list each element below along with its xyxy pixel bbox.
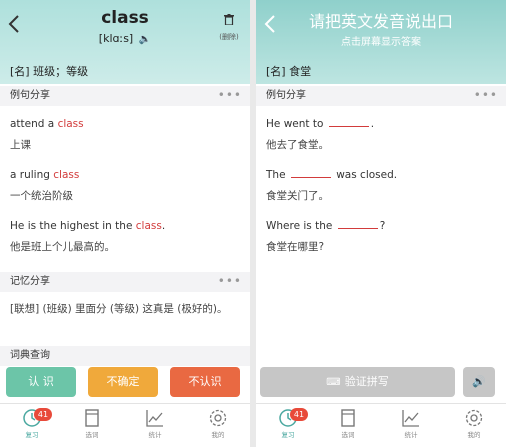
example-text: . [370, 118, 375, 130]
tab-label: 选词 [85, 431, 99, 439]
play-audio-button[interactable]: 🔊 [463, 367, 495, 397]
review-count-badge: 41 [290, 408, 308, 421]
example-text: . [161, 220, 166, 232]
tab-statistics[interactable]: 统计 [135, 408, 175, 439]
tab-statistics[interactable]: 统计 [391, 408, 431, 439]
example-highlight: class [135, 220, 162, 232]
tab-profile[interactable]: 我的 [454, 408, 494, 439]
example-translation: 食堂关门了。 [266, 190, 329, 202]
quiz-header[interactable]: 请把英文发音说出口 点击屏幕显示答案 [名] 食堂 [256, 0, 506, 84]
tab-select-words[interactable]: 选词 [328, 408, 368, 439]
example-sentence: He is the highest in the class. [10, 220, 165, 232]
book-icon [85, 409, 99, 427]
word-meaning: [名] 食堂 [266, 65, 312, 78]
example-translation: 上课 [10, 139, 31, 151]
pronunciation-quiz-screen: 请把英文发音说出口 点击屏幕显示答案 [名] 食堂 例句分享 ••• He we… [256, 0, 506, 447]
phonetic: [klɑːs] 🔈 [0, 32, 250, 45]
tab-bar: 41 复习 选词 统计 我的 [0, 403, 250, 447]
examples-section-header: 例句分享 ••• [256, 86, 506, 106]
tab-select-words[interactable]: 选词 [72, 408, 112, 439]
tab-label: 选词 [341, 431, 355, 439]
tab-label: 我的 [211, 431, 225, 439]
example-text: attend a [10, 118, 58, 130]
quiz-subtitle: 点击屏幕显示答案 [341, 37, 421, 48]
example-text: Where is the [266, 220, 336, 232]
screens: class [klɑːs] 🔈 (删除) [名] 班级；等级 例句分享 ••• … [0, 0, 506, 447]
speaker-icon: 🔊 [472, 375, 486, 388]
unknown-button[interactable]: 不认识 [170, 367, 240, 397]
example-sentence: He went to . [266, 118, 374, 130]
example-sentence: attend a class [10, 118, 84, 130]
word-header: class [klɑːs] 🔈 (删除) [名] 班级；等级 [0, 0, 250, 84]
tab-bar: 41 复习 选词 统计 我的 [256, 403, 506, 447]
gear-icon [465, 409, 483, 427]
examples-section-title: 例句分享 [266, 90, 306, 101]
blank-line [337, 228, 378, 229]
blank-line [328, 126, 369, 127]
gear-icon [209, 409, 227, 427]
example-translation: 一个统治阶级 [10, 190, 73, 202]
word-detail-screen: class [klɑːs] 🔈 (删除) [名] 班级；等级 例句分享 ••• … [0, 0, 250, 447]
memory-section-title: 记忆分享 [10, 276, 50, 287]
example-text: a ruling [10, 169, 54, 181]
dictionary-section-header: 词典查询 [0, 346, 250, 366]
example-text: He went to [266, 118, 327, 130]
example-translation: 他去了食堂。 [266, 139, 329, 151]
more-icon[interactable]: ••• [218, 271, 242, 291]
example-text: He is the highest in the [10, 220, 136, 232]
more-icon[interactable]: ••• [474, 85, 498, 105]
tab-label: 统计 [148, 431, 162, 439]
unsure-button[interactable]: 不确定 [88, 367, 158, 397]
memory-text: [联想] (班级) 里面分 (等级) 这真是 (极好的)。 [10, 303, 228, 315]
example-translation: 他是班上个儿最高的。 [10, 241, 115, 253]
tab-label: 复习 [281, 431, 295, 439]
tab-profile[interactable]: 我的 [198, 408, 238, 439]
dictionary-section-title: 词典查询 [10, 350, 50, 361]
speaker-icon[interactable]: 🔈 [139, 34, 151, 45]
tab-review[interactable]: 41 复习 [12, 408, 52, 439]
chart-icon [146, 410, 163, 427]
book-icon [341, 409, 355, 427]
verify-label: 验证拼写 [344, 375, 389, 388]
quiz-title: 请把英文发音说出口 [308, 12, 453, 31]
example-text: was closed. [332, 169, 398, 181]
delete-button[interactable]: (删除) [218, 10, 240, 42]
memory-section-header: 记忆分享 ••• [0, 272, 250, 292]
example-sentence: Where is the ? [266, 220, 385, 232]
keyboard-icon: ⌨ [326, 377, 341, 388]
phonetic-text: [klɑːs] [98, 32, 134, 45]
example-sentence: a ruling class [10, 169, 79, 181]
delete-label: (删除) [219, 33, 239, 41]
word-title: class [101, 8, 149, 28]
example-highlight: class [53, 169, 80, 181]
tab-label: 统计 [404, 431, 418, 439]
verify-spelling-button[interactable]: ⌨ 验证拼写 [260, 367, 455, 397]
chart-icon [402, 410, 419, 427]
examples-section-header: 例句分享 ••• [0, 86, 250, 106]
example-translation: 食堂在哪里? [266, 241, 325, 253]
example-highlight: class [57, 118, 84, 130]
trash-icon [224, 14, 234, 26]
more-icon[interactable]: ••• [218, 85, 242, 105]
example-text: The [266, 169, 289, 181]
word-meaning: [名] 班级；等级 [10, 65, 89, 78]
tab-review[interactable]: 41 复习 [268, 408, 308, 439]
know-button[interactable]: 认 识 [6, 367, 76, 397]
tab-label: 复习 [25, 431, 39, 439]
example-text: ? [379, 220, 386, 232]
tab-label: 我的 [467, 431, 481, 439]
blank-line [290, 177, 331, 178]
examples-section-title: 例句分享 [10, 90, 50, 101]
example-sentence: The was closed. [266, 169, 397, 181]
review-count-badge: 41 [34, 408, 52, 421]
